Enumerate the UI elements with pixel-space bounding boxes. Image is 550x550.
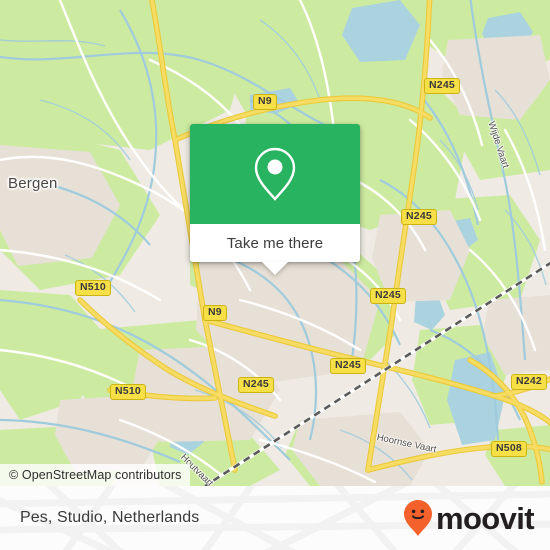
- attribution-text: © OpenStreetMap contributors: [9, 468, 182, 482]
- road-shield-n245[interactable]: N245: [401, 209, 437, 225]
- moovit-brand-logo[interactable]: moovit: [403, 486, 535, 550]
- map-canvas[interactable]: Bergen Wijde Vaart Hoornse Vaart Houtvaa…: [0, 0, 550, 486]
- moovit-map-screenshot: Bergen Wijde Vaart Hoornse Vaart Houtvaa…: [0, 0, 550, 550]
- take-me-there-button[interactable]: Take me there: [190, 224, 360, 262]
- take-me-there-label: Take me there: [226, 234, 324, 252]
- location-pin-icon: [254, 147, 296, 201]
- road-shield-n510[interactable]: N510: [110, 384, 146, 400]
- card-pointer-tail: [262, 262, 288, 275]
- road-shield-n245[interactable]: N245: [370, 288, 406, 304]
- location-popup-card[interactable]: Take me there: [190, 124, 360, 275]
- road-shield-n510[interactable]: N510: [75, 280, 111, 296]
- location-title: Pes, Studio, Netherlands: [20, 486, 199, 550]
- footer-bar: Pes, Studio, Netherlands moovit: [0, 486, 550, 550]
- map-attribution[interactable]: © OpenStreetMap contributors: [0, 464, 190, 486]
- road-shield-n9[interactable]: N9: [253, 94, 277, 110]
- road-shield-n9[interactable]: N9: [203, 305, 227, 321]
- road-shield-n245[interactable]: N245: [330, 358, 366, 374]
- map-place-label-bergen: Bergen: [8, 175, 58, 192]
- location-title-text: Pes, Studio, Netherlands: [20, 509, 200, 526]
- road-shield-n508[interactable]: N508: [491, 441, 527, 457]
- moovit-wordmark: moovit: [435, 500, 535, 536]
- card-image-area: [190, 124, 360, 224]
- road-shield-n242[interactable]: N242: [511, 374, 547, 390]
- moovit-smiley-pin-icon: [403, 500, 432, 536]
- road-shield-n245[interactable]: N245: [424, 78, 460, 94]
- road-shield-n245[interactable]: N245: [238, 377, 274, 393]
